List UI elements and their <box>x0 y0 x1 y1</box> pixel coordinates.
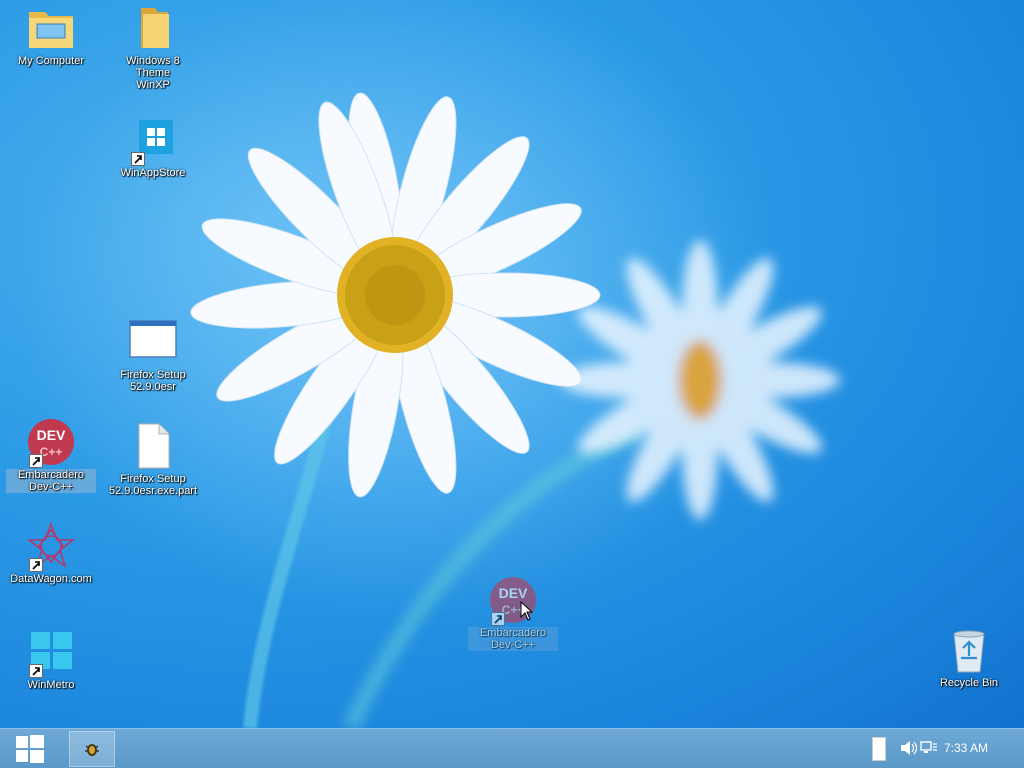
system-clock[interactable]: 7:33 AM <box>944 741 988 755</box>
desktop-icon-label: Embarcadero Dev-C++ <box>6 469 96 493</box>
desktop-icon-label: WinMetro <box>27 679 75 691</box>
start-button[interactable] <box>0 729 60 769</box>
shortcut-arrow-icon <box>131 152 145 166</box>
mouse-cursor-icon <box>520 601 534 621</box>
desktop-icon-winmetro[interactable]: WinMetro <box>6 628 96 691</box>
store-icon <box>129 116 177 166</box>
desktop[interactable]: My Computer Windows 8 Theme WinXP WinAppS… <box>0 0 1024 728</box>
devcpp-badge-sub: C++ <box>40 445 63 459</box>
blank-file-icon <box>129 422 177 470</box>
taskbar: 7:33 AM <box>0 728 1024 768</box>
windows-logo-icon <box>27 628 75 678</box>
desktop-icon-firefox-setup[interactable]: Firefox Setup 52.9.0esr <box>108 318 198 393</box>
desktop-icon-label: DataWagon.com <box>10 573 92 585</box>
desktop-icon-label: Firefox Setup 52.9.0esr.exe.part <box>108 473 198 497</box>
recycle-bin-icon <box>945 626 993 674</box>
desktop-icon-embarcadero-devcpp[interactable]: DEV C++ Embarcadero Dev-C++ <box>6 418 96 493</box>
taskbar-app-button[interactable] <box>69 731 115 767</box>
network-icon[interactable] <box>920 740 938 756</box>
desktop-icon-label: My Computer <box>17 55 85 67</box>
tray-overflow-button[interactable] <box>872 737 886 761</box>
desktop-icon-label: Windows 8 Theme WinXP <box>126 55 180 91</box>
app-bug-icon <box>85 744 99 756</box>
desktop-icon-label: Recycle Bin <box>939 677 999 689</box>
shortcut-arrow-icon <box>29 558 43 572</box>
desktop-icon-datawagon[interactable]: DataWagon.com <box>6 521 96 585</box>
desktop-icon-windows8-theme[interactable]: Windows 8 Theme WinXP <box>108 4 198 91</box>
desktop-icon-winappstore[interactable]: WinAppStore <box>108 116 198 179</box>
desktop-icon-my-computer[interactable]: My Computer <box>6 4 96 67</box>
window-app-icon <box>129 318 177 366</box>
shortcut-arrow-icon <box>29 454 43 468</box>
devcpp-badge-text: DEV <box>37 427 66 443</box>
devcpp-icon: DEV C++ <box>27 418 75 468</box>
desktop-icon-label: Embarcadero Dev-C++ <box>468 627 558 651</box>
desktop-icon-label: WinAppStore <box>120 167 186 179</box>
devcpp-badge-text: DEV <box>499 585 528 601</box>
dragged-icon-embarcadero-devcpp[interactable]: DEV C++ Embarcadero Dev-C++ <box>468 576 558 651</box>
windows-start-icon <box>16 735 44 763</box>
datawagon-star-icon <box>26 521 76 572</box>
folder-icon <box>129 4 177 52</box>
volume-icon[interactable] <box>900 740 918 756</box>
shortcut-arrow-icon <box>491 612 505 626</box>
desktop-icon-recycle-bin[interactable]: Recycle Bin <box>924 626 1014 689</box>
folder-computer-icon <box>27 4 75 52</box>
shortcut-arrow-icon <box>29 664 43 678</box>
desktop-icon-label: Firefox Setup 52.9.0esr <box>120 369 186 393</box>
desktop-icon-firefox-part[interactable]: Firefox Setup 52.9.0esr.exe.part <box>108 422 198 497</box>
